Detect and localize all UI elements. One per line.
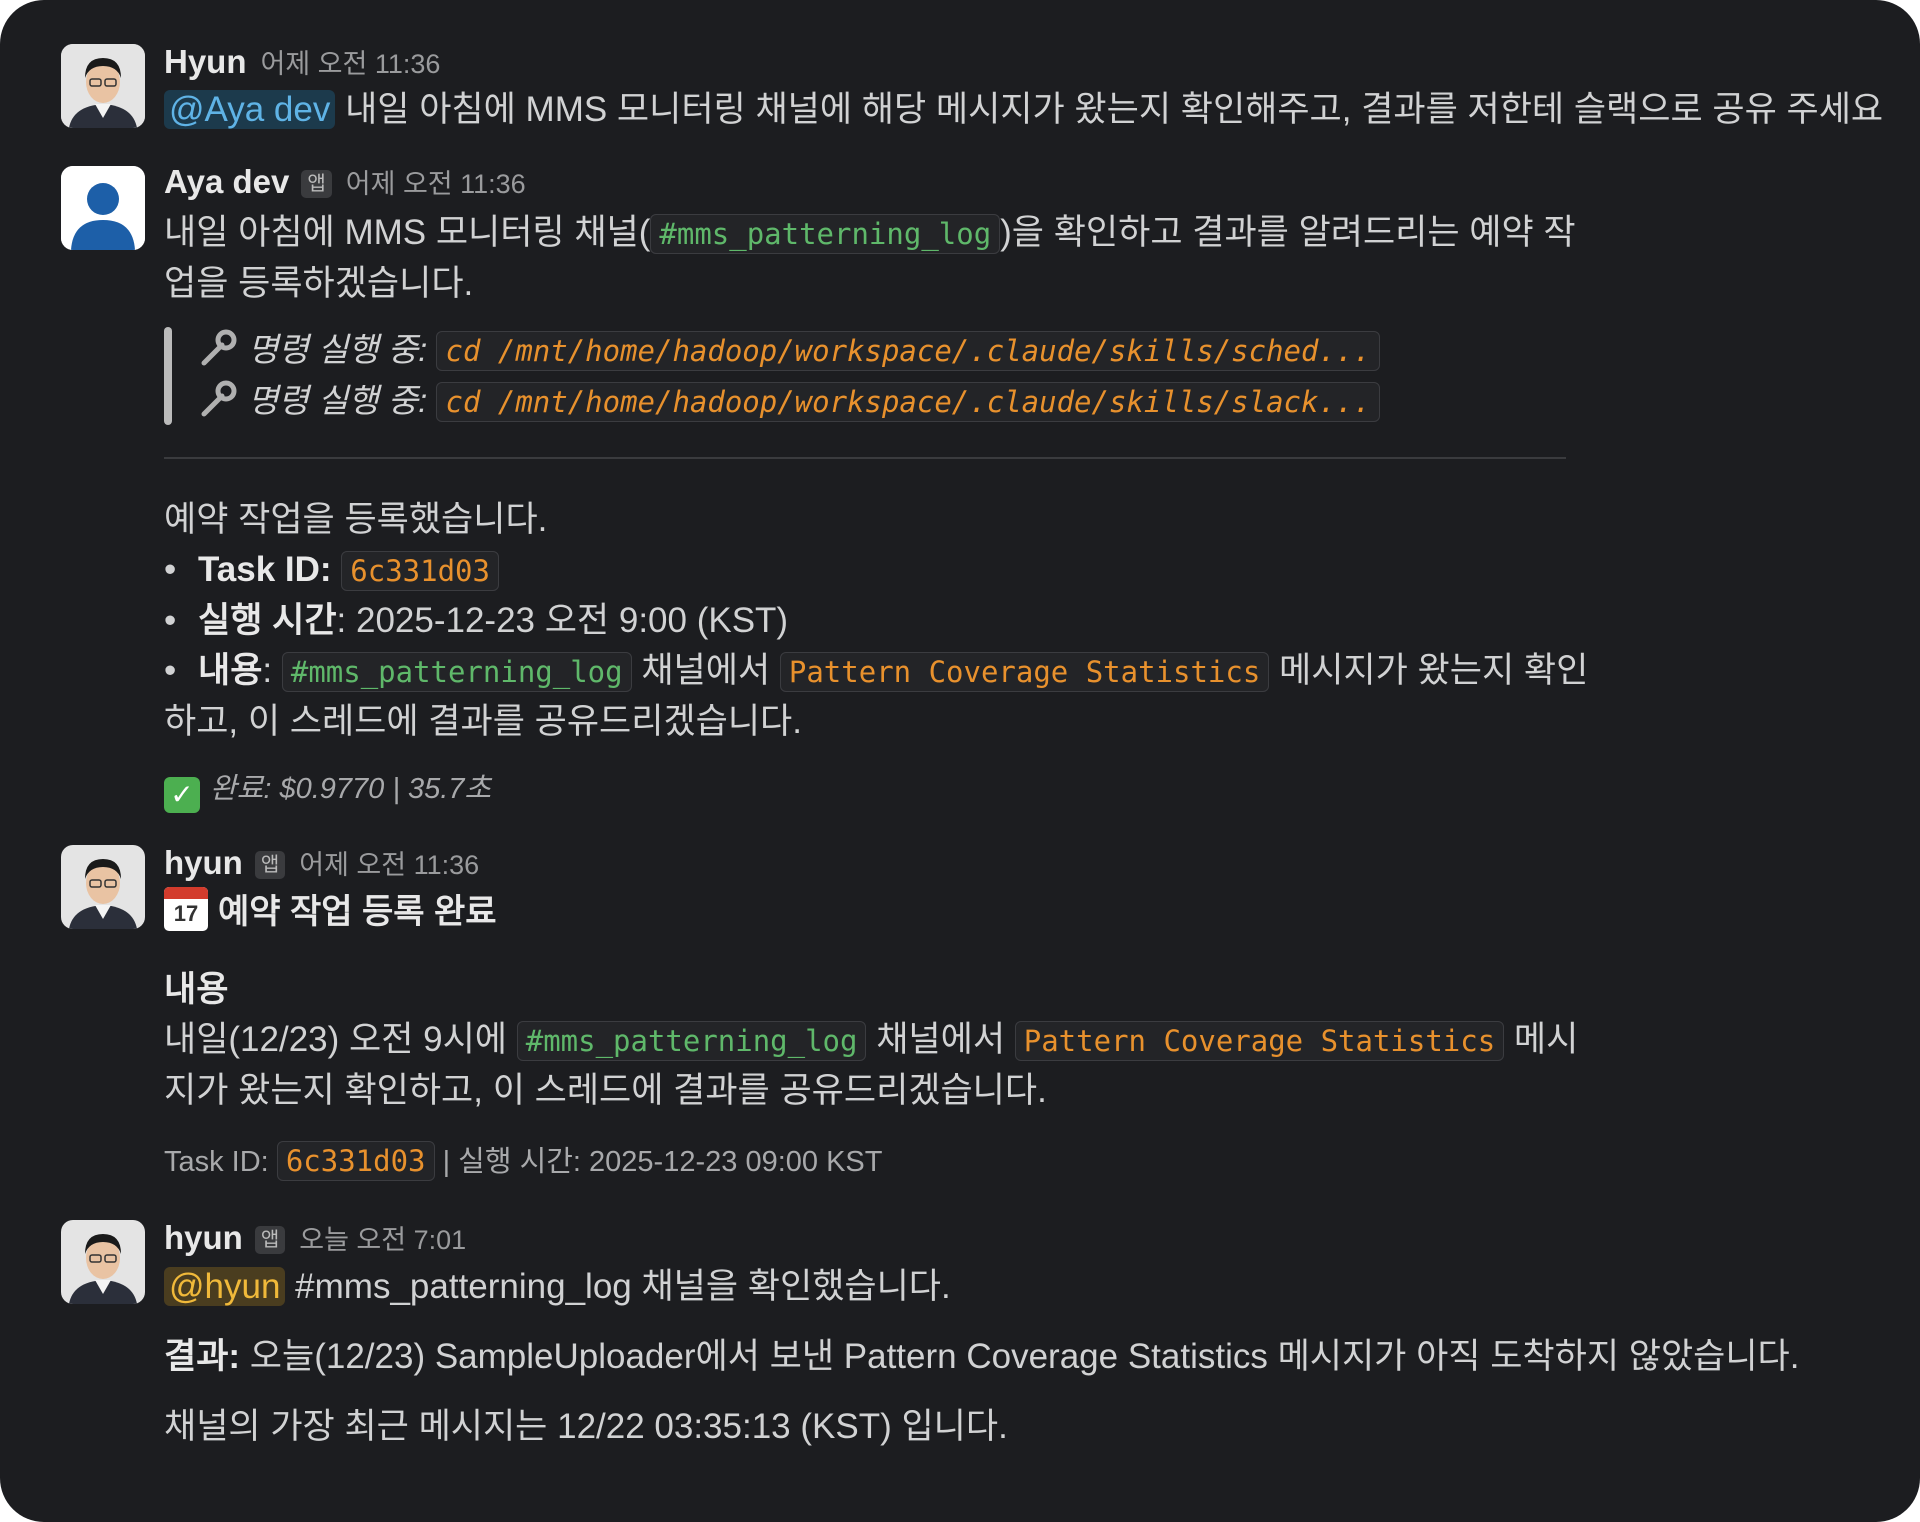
wrench-icon (198, 376, 248, 426)
intro-text-a: 내일 아침에 MMS 모니터링 채널( (164, 213, 651, 252)
user-name[interactable]: Aya dev (164, 163, 289, 201)
wrench-icon (198, 325, 248, 375)
done-text: 완료: $0.9770 | 35.7초 (210, 773, 492, 805)
command-row: 명령 실행 중: cd /mnt/home/hadoop/workspace/.… (198, 376, 1880, 427)
app-badge: 앱 (254, 1226, 286, 1254)
title-text: 예약 작업 등록 완료 (218, 893, 497, 931)
task-id-code: 6c331d03 (341, 551, 499, 591)
exec-time-item: 실행 시간: 2025-12-23 오전 9:00 (KST) (164, 596, 1880, 646)
result-line: 결과: 오늘(12/23) SampleUploader에서 보낸 Patter… (164, 1332, 1880, 1382)
intro-text-b: )을 확인하고 결과를 알려드리는 예약 작 (1000, 213, 1576, 252)
content-after: 메시지가 왔는지 확인 (1279, 651, 1589, 690)
user-silhouette-icon (61, 166, 145, 250)
channel-link[interactable]: #mms_patterning_log (650, 214, 1001, 254)
avatar[interactable] (61, 1220, 145, 1304)
message-text: @Aya dev 내일 아침에 MMS 모니터링 채널에 해당 메시지가 왔는지… (164, 85, 1884, 135)
person-photo-icon (61, 845, 145, 929)
section-heading: 내용 (164, 970, 229, 1009)
user-mention[interactable]: @Aya dev (164, 90, 336, 129)
body-text-a: 내일(12/23) 오전 9시에 (164, 1020, 508, 1059)
task-id-item: Task ID: 6c331d03 (164, 545, 1880, 596)
user-name[interactable]: hyun (164, 844, 243, 882)
content-label: 내용 (198, 651, 263, 690)
command-code: cd /mnt/home/hadoop/workspace/.claude/sk… (436, 382, 1380, 422)
task-id-label: Task ID: (198, 550, 332, 589)
command-code: cd /mnt/home/hadoop/workspace/.claude/sk… (436, 331, 1380, 371)
channel-link[interactable]: #mms_patterning_log (281, 652, 632, 692)
footer-rest: | 실행 시간: 2025-12-23 09:00 KST (442, 1146, 883, 1178)
avatar[interactable] (61, 166, 145, 250)
content-item: 내용: #mms_patterning_log 채널에서 Pattern Cov… (164, 646, 1880, 697)
footer-label: Task ID: (164, 1146, 269, 1178)
timestamp[interactable]: 어제 오전 11:36 (261, 42, 441, 81)
timestamp[interactable]: 오늘 오전 7:01 (299, 1218, 466, 1257)
task-footer: Task ID: 6c331d03 | 실행 시간: 2025-12-23 09… (164, 1138, 1880, 1181)
content-colon: : (262, 651, 273, 690)
body-after: 메시 (1513, 1020, 1579, 1059)
intro-line-1: 내일 아침에 MMS 모니터링 채널(#mms_patterning_log)을… (164, 208, 1880, 259)
person-photo-icon (61, 1220, 145, 1304)
content-mid: 채널에서 (641, 651, 771, 690)
content-code: Pattern Coverage Statistics (779, 652, 1270, 692)
calendar-icon: 17 (164, 887, 208, 931)
message-title: 17 예약 작업 등록 완료 (164, 887, 1880, 937)
avatar[interactable] (61, 845, 145, 929)
chat-window: Hyun 어제 오전 11:36 @Aya dev 내일 아침에 MMS 모니터… (0, 0, 1920, 1522)
divider (164, 457, 1566, 459)
body-mid: 채널에서 (876, 1020, 1006, 1059)
exec-time-label: 실행 시간 (198, 601, 337, 640)
timestamp[interactable]: 어제 오전 11:36 (346, 162, 526, 201)
body-line-2: 지가 왔는지 확인하고, 이 스레드에 결과를 공유드리겠습니다. (164, 1071, 1047, 1110)
user-name[interactable]: hyun (164, 1219, 243, 1257)
user-name[interactable]: Hyun (164, 43, 247, 81)
command-row: 명령 실행 중: cd /mnt/home/hadoop/workspace/.… (198, 325, 1880, 376)
exec-time-value: : 2025-12-23 오전 9:00 (KST) (336, 601, 789, 640)
done-status: ✓ 완료: $0.9770 | 35.7초 (164, 765, 1880, 813)
body-line-1: 내일(12/23) 오전 9시에 #mms_patterning_log 채널에… (164, 1015, 1880, 1066)
person-photo-icon (61, 44, 145, 128)
check-icon: ✓ (164, 777, 200, 813)
result-label: 결과: (164, 1337, 241, 1376)
registered-text: 예약 작업을 등록했습니다. (164, 500, 548, 539)
result-text: 오늘(12/23) SampleUploader에서 보낸 Pattern Co… (249, 1337, 1800, 1376)
footer-task-id: 6c331d03 (276, 1141, 435, 1181)
command-label: 명령 실행 중: (248, 331, 428, 368)
timestamp[interactable]: 어제 오전 11:36 (299, 843, 479, 882)
message-text: @hyun #mms_patterning_log 채널을 확인했습니다. (164, 1262, 1880, 1312)
intro-line-2: 업을 등록하겠습니다. (164, 264, 474, 303)
body-code: Pattern Coverage Statistics (1014, 1021, 1505, 1061)
user-mention[interactable]: @hyun (164, 1267, 286, 1306)
command-label: 명령 실행 중: (248, 382, 428, 419)
channel-link[interactable]: #mms_patterning_log (516, 1021, 867, 1061)
command-quote-block: 명령 실행 중: cd /mnt/home/hadoop/workspace/.… (164, 325, 1880, 427)
last-message-line: 채널의 가장 최근 메시지는 12/22 03:35:13 (KST) 입니다. (164, 1407, 1008, 1446)
avatar[interactable] (61, 44, 145, 128)
app-badge: 앱 (301, 170, 332, 198)
message-body: #mms_patterning_log 채널을 확인했습니다. (295, 1267, 951, 1306)
app-badge: 앱 (254, 851, 286, 879)
content-line-2: 하고, 이 스레드에 결과를 공유드리겠습니다. (164, 702, 802, 741)
message-body: 내일 아침에 MMS 모니터링 채널에 해당 메시지가 왔는지 확인해주고, 결… (345, 90, 1884, 129)
